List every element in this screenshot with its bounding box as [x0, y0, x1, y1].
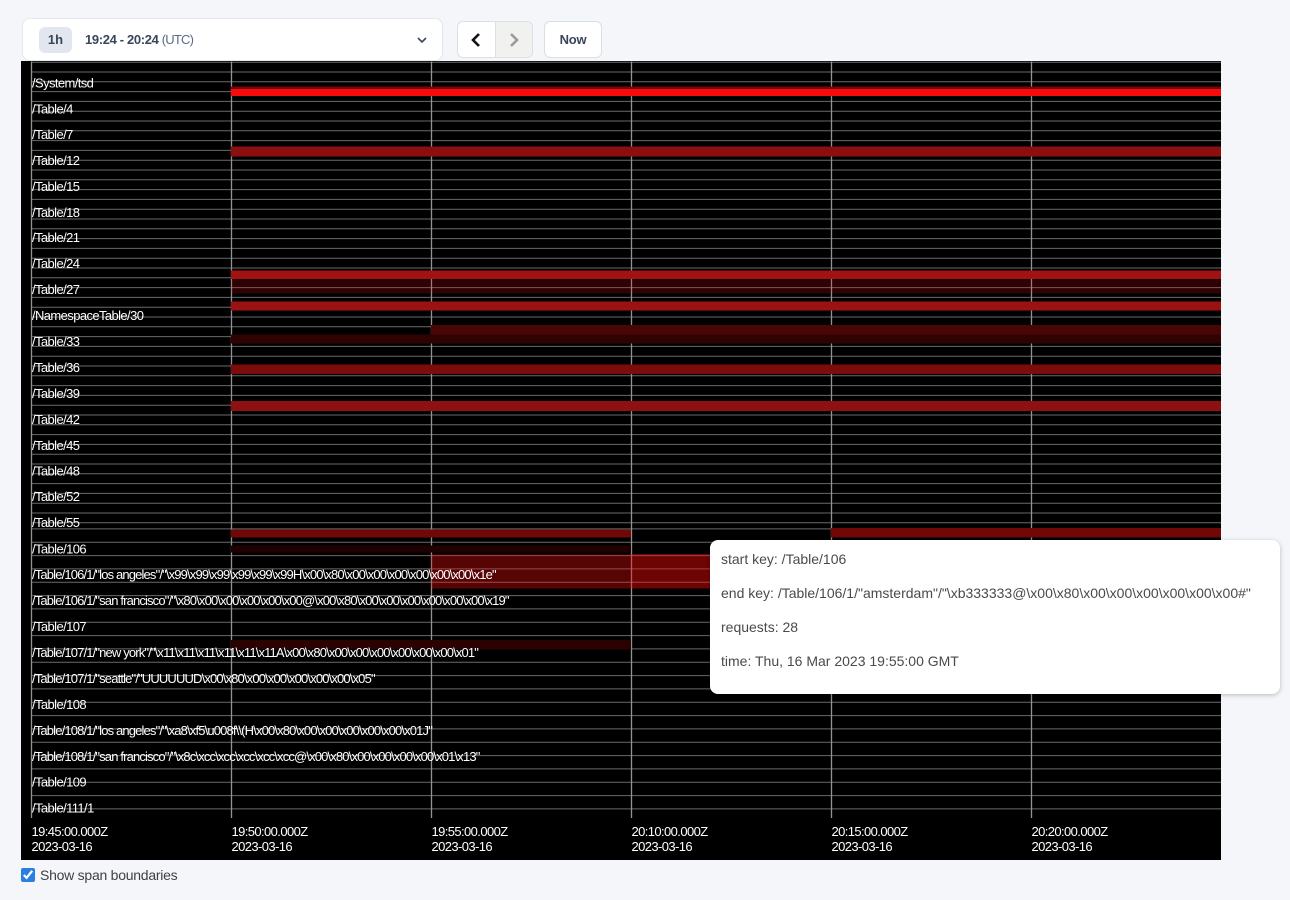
svg-text:/Table/27: /Table/27: [32, 282, 80, 297]
svg-text:/Table/107/1/"new york"/"\x11\: /Table/107/1/"new york"/"\x11\x11\x11\x1…: [32, 645, 479, 660]
svg-text:/NamespaceTable/30: /NamespaceTable/30: [32, 308, 144, 323]
svg-text:/Table/107/1/"seattle"/"UUUUUU: /Table/107/1/"seattle"/"UUUUUUD\x00\x80\…: [32, 671, 376, 686]
svg-text:2023-03-16: 2023-03-16: [632, 839, 693, 854]
svg-text:/Table/4: /Table/4: [32, 102, 73, 117]
svg-text:/Table/7: /Table/7: [32, 127, 73, 142]
svg-text:/Table/108/1/"san francisco"/": /Table/108/1/"san francisco"/"\x8c\xcc\x…: [32, 749, 481, 764]
svg-text:20:15:00.000Z: 20:15:00.000Z: [832, 824, 909, 839]
svg-text:/Table/21: /Table/21: [32, 230, 80, 245]
svg-text:/Table/106: /Table/106: [32, 542, 86, 557]
svg-text:/Table/106/1/"san francisco"/": /Table/106/1/"san francisco"/"\x80\x00\x…: [32, 593, 510, 608]
svg-text:/Table/18: /Table/18: [32, 205, 80, 220]
svg-text:2023-03-16: 2023-03-16: [432, 839, 493, 854]
svg-text:20:10:00.000Z: 20:10:00.000Z: [632, 824, 709, 839]
svg-text:/Table/12: /Table/12: [32, 153, 80, 168]
svg-text:/Table/24: /Table/24: [32, 256, 80, 271]
svg-text:/Table/108/1/"los angeles"/"\x: /Table/108/1/"los angeles"/"\xa8\xf5\u00…: [32, 723, 433, 738]
svg-text:/Table/48: /Table/48: [32, 464, 80, 479]
svg-text:/Table/36: /Table/36: [32, 360, 80, 375]
svg-text:19:55:00.000Z: 19:55:00.000Z: [432, 824, 509, 839]
svg-text:/System/tsd: /System/tsd: [32, 76, 94, 91]
svg-text:2023-03-16: 2023-03-16: [32, 839, 93, 854]
svg-text:/Table/15: /Table/15: [32, 179, 80, 194]
svg-text:/Table/111/1: /Table/111/1: [32, 801, 94, 816]
svg-text:2023-03-16: 2023-03-16: [1032, 839, 1093, 854]
svg-text:19:45:00.000Z: 19:45:00.000Z: [32, 824, 109, 839]
svg-text:/Table/39: /Table/39: [32, 386, 80, 401]
svg-text:/Table/52: /Table/52: [32, 489, 80, 504]
svg-text:/Table/107: /Table/107: [32, 619, 86, 634]
svg-text:20:20:00.000Z: 20:20:00.000Z: [1032, 824, 1109, 839]
svg-text:/Table/109: /Table/109: [32, 775, 86, 790]
svg-text:2023-03-16: 2023-03-16: [832, 839, 893, 854]
svg-text:/Table/108: /Table/108: [32, 697, 86, 712]
svg-text:/Table/42: /Table/42: [32, 412, 80, 427]
svg-text:/Table/106/1/"los angeles"/"\x: /Table/106/1/"los angeles"/"\x99\x99\x99…: [32, 567, 497, 582]
svg-text:2023-03-16: 2023-03-16: [232, 839, 293, 854]
svg-text:/Table/33: /Table/33: [32, 334, 80, 349]
svg-text:/Table/55: /Table/55: [32, 515, 80, 530]
svg-text:/Table/45: /Table/45: [32, 438, 80, 453]
svg-text:19:50:00.000Z: 19:50:00.000Z: [232, 824, 309, 839]
